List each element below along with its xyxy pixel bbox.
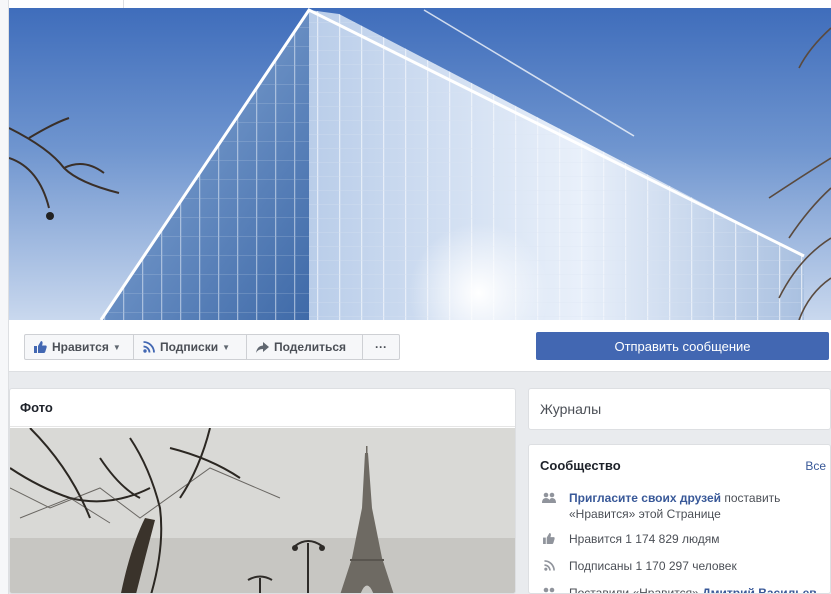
community-title: Сообщество: [540, 458, 621, 473]
follow-button[interactable]: Подписки ▼: [133, 334, 247, 360]
more-options-button[interactable]: ···: [362, 334, 400, 360]
friends-liked-prefix: Поставили «Нравится»: [569, 586, 703, 594]
photos-card: Фото: [9, 388, 516, 594]
photos-title[interactable]: Фото: [10, 389, 515, 427]
invite-friends-row: Пригласите своих друзей поставить «Нрави…: [540, 490, 830, 522]
page-action-bar: Нравится ▼ Подписки ▼ Поделиться ··· Отп…: [9, 320, 831, 372]
share-label: Поделиться: [274, 340, 347, 354]
rss-icon: [540, 558, 558, 574]
share-button[interactable]: Поделиться: [246, 334, 363, 360]
thumbs-up-icon: [34, 341, 47, 353]
follow-label: Подписки: [160, 340, 219, 354]
journals-card[interactable]: Журналы: [528, 388, 831, 430]
likes-count-text: Нравится 1 174 829 людям: [569, 532, 720, 546]
friends-liked-row: Поставили «Нравится» Дмитрий Васильев: [540, 585, 830, 594]
send-message-button[interactable]: Отправить сообщение: [536, 332, 829, 360]
friend-name-link[interactable]: Дмитрий Васильев: [702, 586, 817, 593]
thumbs-up-icon: [540, 531, 558, 547]
top-strip: [9, 0, 831, 8]
more-dots-icon: ···: [375, 340, 387, 354]
caret-down-icon: ▼: [222, 342, 231, 352]
caret-down-icon: ▼: [112, 342, 121, 352]
cover-photo[interactable]: [9, 8, 831, 320]
see-all-link[interactable]: Все: [805, 459, 826, 473]
rss-icon: [143, 341, 155, 353]
photo-thumbnail[interactable]: [10, 427, 515, 593]
journals-label: Журналы: [540, 401, 602, 417]
like-button[interactable]: Нравится ▼: [24, 334, 134, 360]
like-label: Нравится: [52, 340, 109, 354]
community-card: Сообщество Все Пригласите своих друзей п…: [528, 444, 831, 594]
eiffel-photo-image: [10, 427, 515, 593]
people-icon: [540, 490, 558, 522]
invite-friends-link[interactable]: Пригласите своих друзей: [569, 491, 721, 505]
likes-count-row: Нравится 1 174 829 людям: [540, 531, 830, 547]
invite-text-line2: «Нравится» этой Странице: [569, 507, 721, 521]
followers-count-text: Подписаны 1 170 297 человек: [569, 559, 737, 573]
followers-count-row: Подписаны 1 170 297 человек: [540, 558, 830, 574]
share-arrow-icon: [256, 341, 269, 353]
invite-text: поставить: [721, 491, 781, 505]
cover-image: [9, 8, 831, 320]
people-icon: [540, 585, 558, 593]
left-rail: [0, 0, 9, 594]
